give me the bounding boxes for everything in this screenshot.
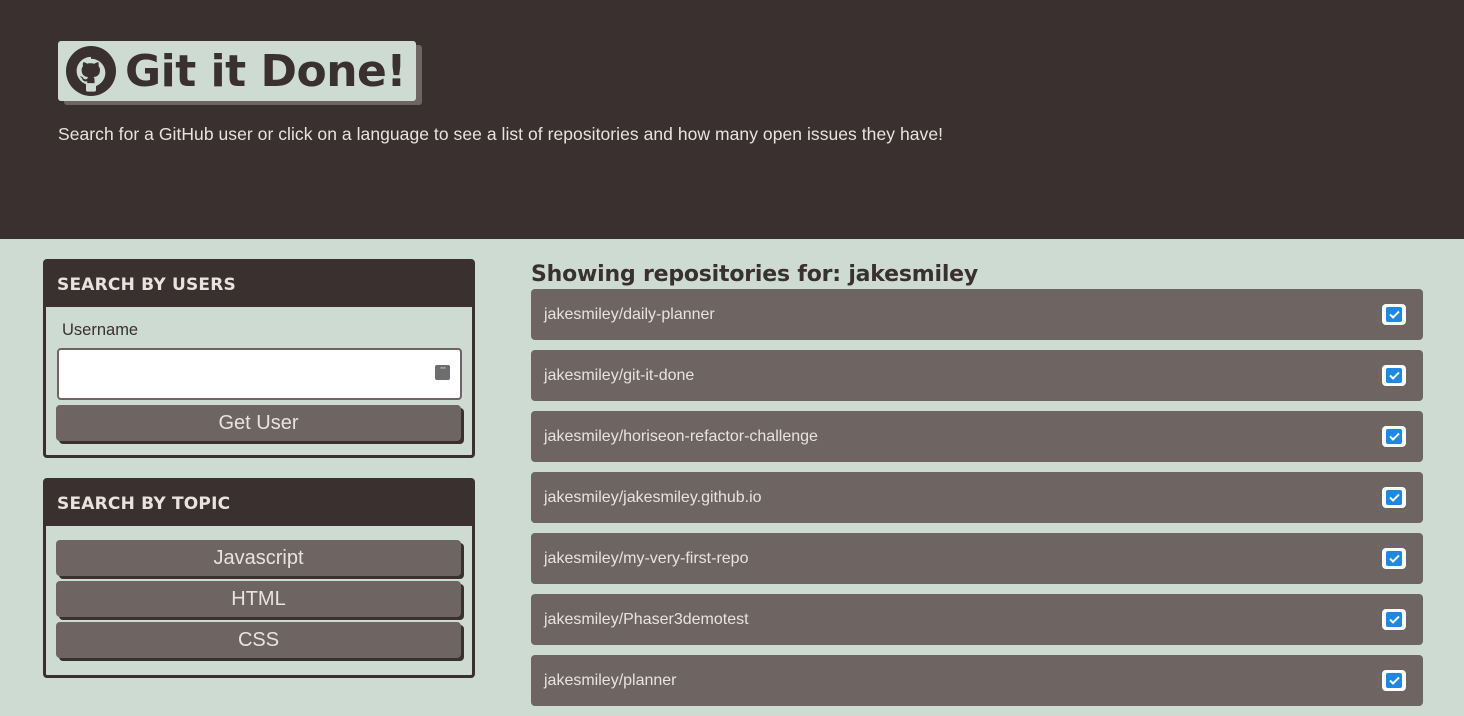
repo-item[interactable]: jakesmiley/daily-planner [531,289,1423,340]
repo-name: jakesmiley/jakesmiley.github.io [544,488,762,506]
repo-item[interactable]: jakesmiley/jakesmiley.github.io [531,472,1423,523]
github-icon [66,46,116,96]
repo-item[interactable]: jakesmiley/Phaser3demotest [531,594,1423,645]
username-input[interactable] [59,350,460,398]
repo-name: jakesmiley/horiseon-refactor-challenge [544,427,818,445]
page-header: Git it Done! Search for a GitHub user or… [0,0,1464,239]
repo-list: jakesmiley/daily-planner jakesmiley/git-… [531,289,1423,716]
check-icon [1382,487,1406,508]
repo-item[interactable]: jakesmiley/horiseon-refactor-challenge [531,411,1423,462]
app-title: Git it Done! [125,45,406,97]
repo-name: jakesmiley/my-very-first-repo [544,549,749,567]
user-search-heading: SEARCH BY USERS [46,262,472,307]
repo-name: jakesmiley/daily-planner [544,305,715,323]
topic-html-button[interactable]: HTML [56,581,461,617]
get-user-button[interactable]: Get User [56,405,461,441]
check-icon [1382,426,1406,447]
repo-name: jakesmiley/Phaser3demotest [544,610,749,628]
username-label: Username [62,321,139,339]
repo-name: jakesmiley/planner [544,671,677,689]
repo-item[interactable]: jakesmiley/planner [531,655,1423,706]
check-icon [1382,548,1406,569]
check-icon [1382,304,1406,325]
check-icon [1382,609,1406,630]
repo-list-heading: Showing repositories for: jakesmiley [531,262,979,287]
repo-item[interactable]: jakesmiley/git-it-done [531,350,1423,401]
username-field[interactable]: ··· [57,348,462,400]
brand-badge: Git it Done! [58,41,416,101]
topic-search-heading: SEARCH BY TOPIC [46,481,472,526]
check-icon [1382,365,1406,386]
user-search-card: SEARCH BY USERS Username ··· Get User [43,259,475,458]
topic-search-card: SEARCH BY TOPIC Javascript HTML CSS [43,478,475,678]
check-icon [1382,670,1406,691]
topic-javascript-button[interactable]: Javascript [56,540,461,576]
repo-item[interactable]: jakesmiley/my-very-first-repo [531,533,1423,584]
topic-css-button[interactable]: CSS [56,622,461,658]
more-options-icon[interactable]: ··· [435,365,450,380]
repo-name: jakesmiley/git-it-done [544,366,695,384]
tagline: Search for a GitHub user or click on a l… [58,124,944,144]
